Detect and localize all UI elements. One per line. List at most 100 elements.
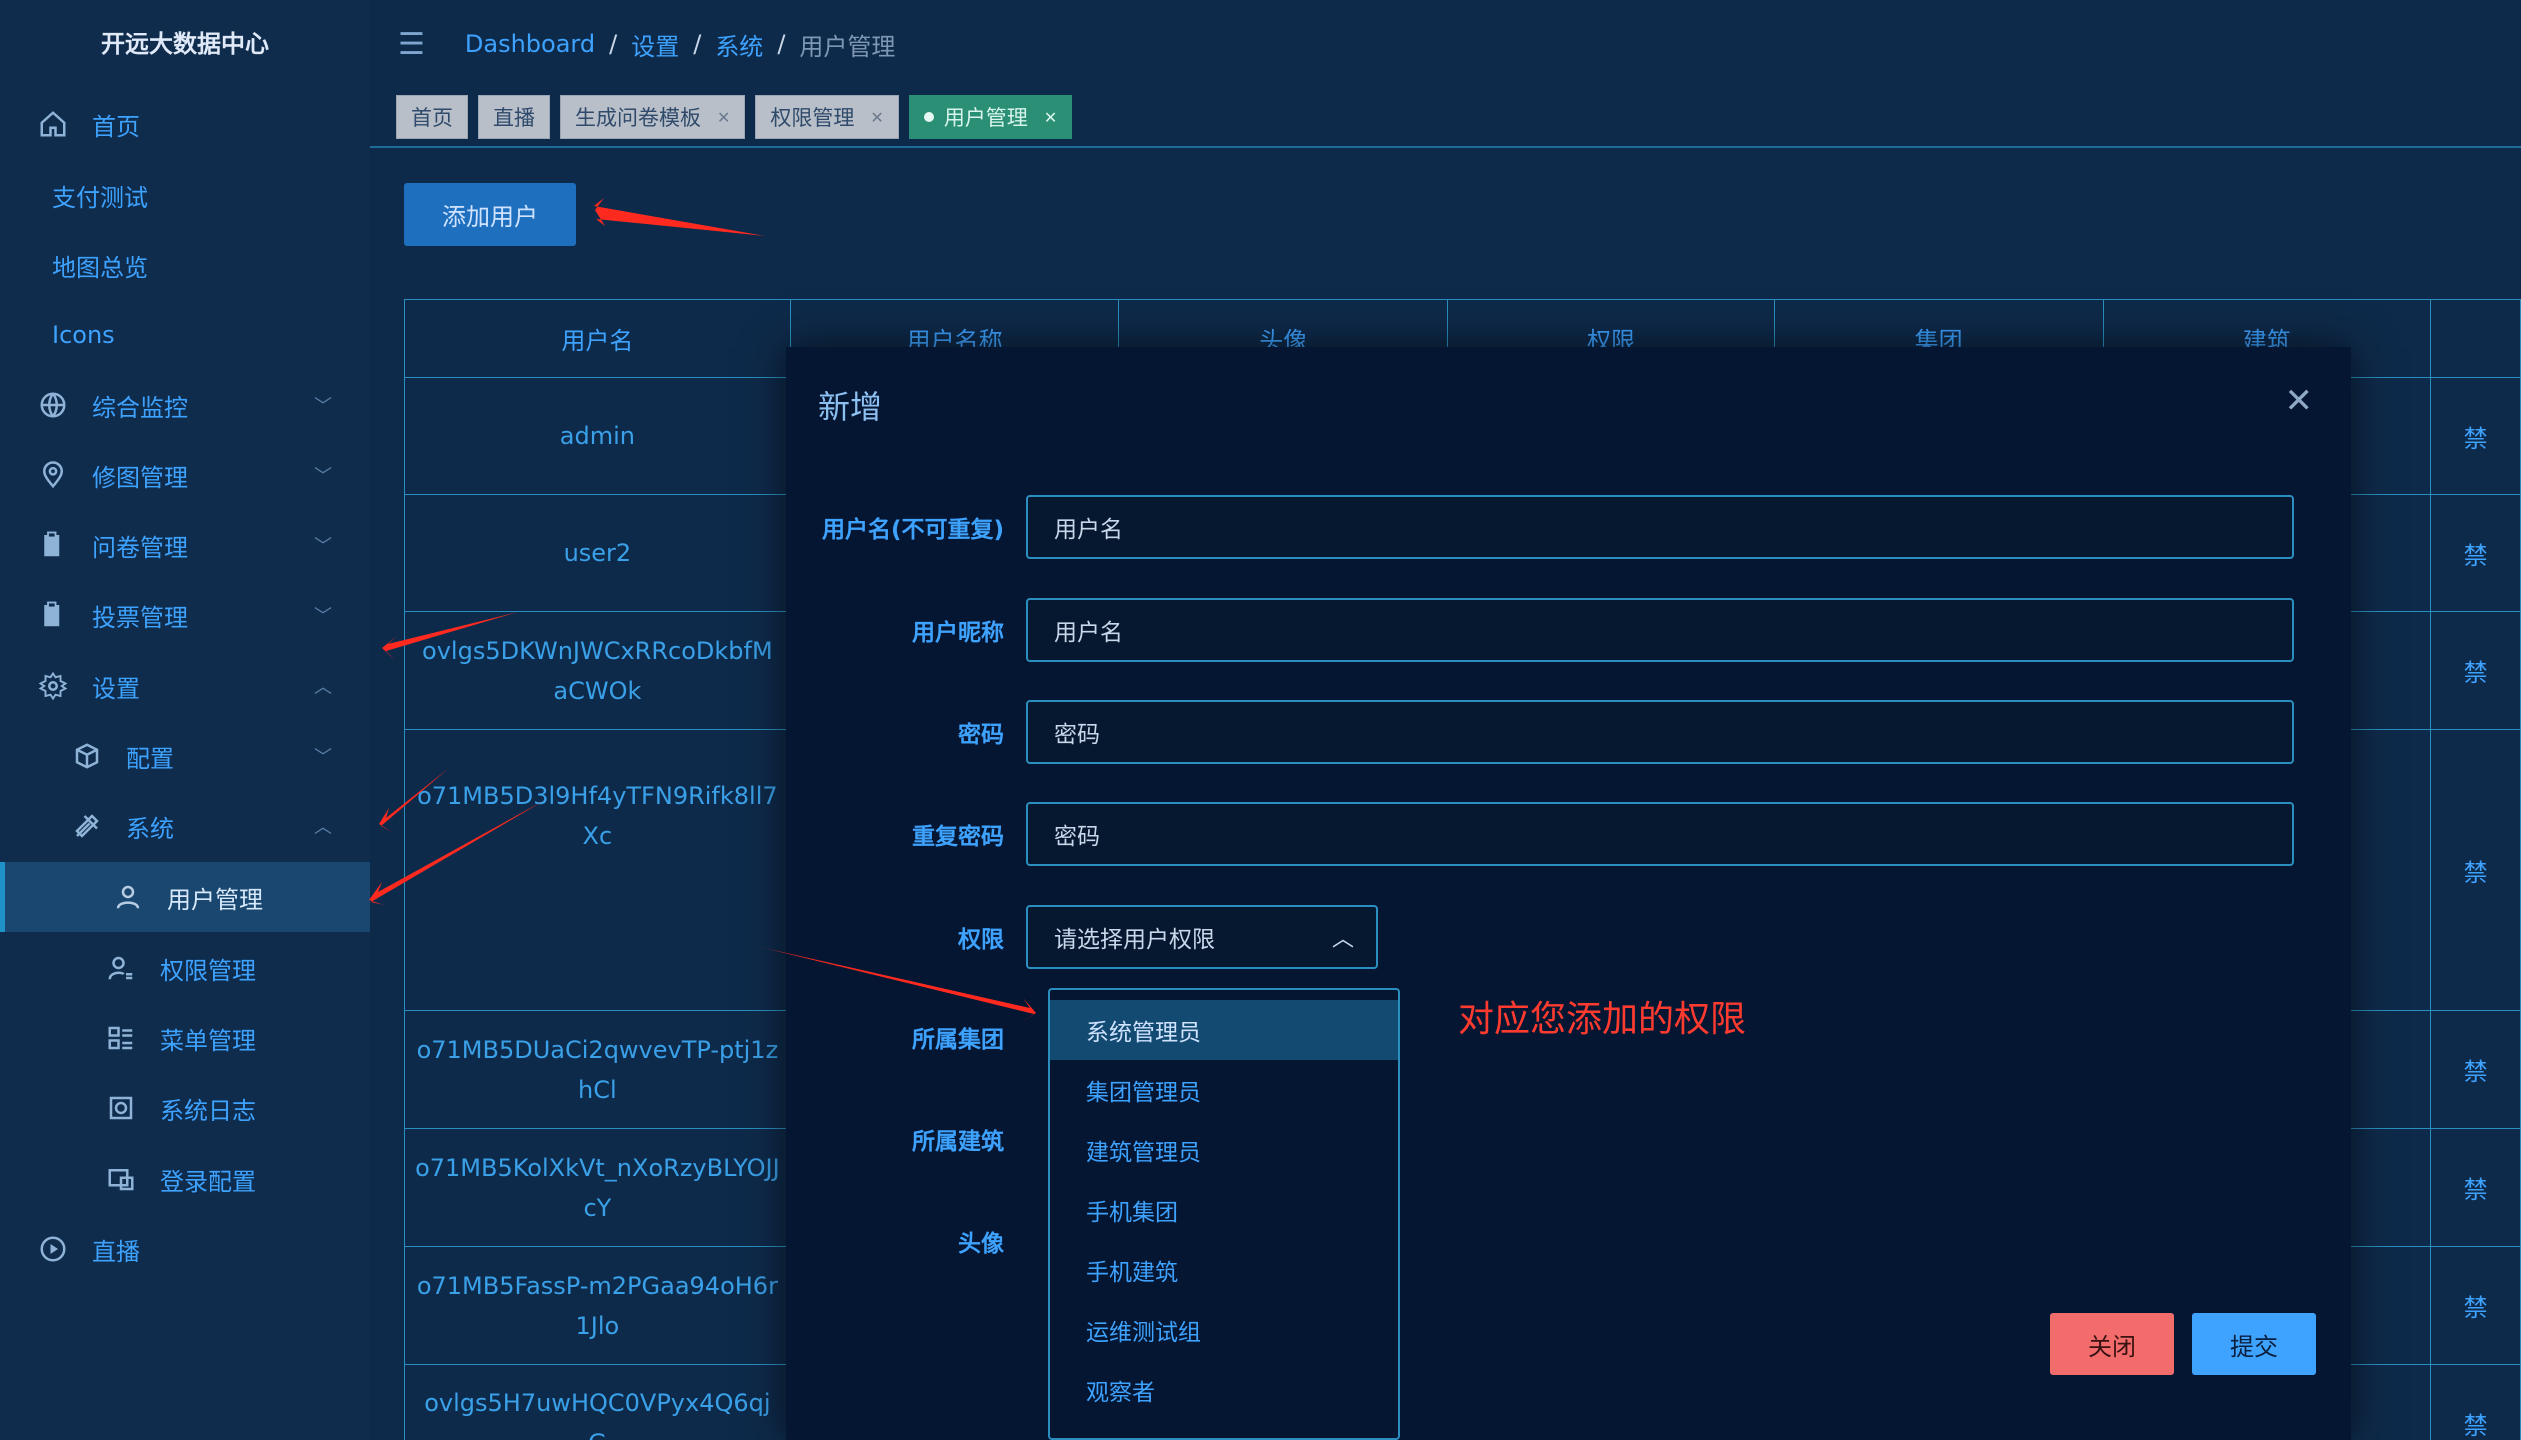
username-cell: o71MB5KolXkVt_nXoRzyBLYOJJcY [404,1128,791,1247]
action-cell[interactable]: 禁 [2430,611,2521,730]
form-row-building: 所属建筑 [786,1106,2351,1172]
sidebar-item-permission-mgmt[interactable]: 权限管理 [0,933,370,1003]
dialog-title: 新增 [818,388,883,426]
tab-survey-template[interactable]: 生成问卷模板 ✕ [560,95,746,139]
user-icon [111,880,145,914]
close-icon[interactable]: ✕ [2285,381,2314,421]
sidebar-item-label: 首页 [92,112,140,141]
dropdown-option[interactable]: 建筑管理员 [1050,1120,1398,1180]
chevron-up-icon: ︿ [1331,927,1354,952]
chevron-up-icon: ︿ [314,817,332,838]
username-cell: ovlgs5DKWnJWCxRRcoDkbfMaCWOk [404,611,791,730]
sidebar-item-monitoring[interactable]: 综合监控 ﹀ [0,370,370,440]
username-input[interactable]: 用户名 [1026,495,2294,559]
dropdown-option[interactable]: 系统管理员 [1050,1000,1398,1060]
field-label: 所属建筑 [912,1129,1004,1155]
tab-live[interactable]: 直播 [478,95,550,139]
close-icon[interactable]: ✕ [870,108,883,127]
sidebar-item-system[interactable]: 系统 ︿ [0,791,370,861]
add-user-dialog: 新增 ✕ 用户名(不可重复) 用户名 用户昵称 用户名 密码 密码 重复密码 密… [786,347,2351,1440]
action-cell[interactable]: 禁 [2430,1128,2521,1247]
breadcrumb-item[interactable]: Dashboard [465,30,595,58]
sidebar-item-label: 问卷管理 [92,533,188,562]
action-cell[interactable]: 禁 [2430,1010,2521,1129]
column-header[interactable]: 用户名 [404,299,791,378]
globe-icon [36,388,70,422]
sidebar-item-config[interactable]: 配置 ﹀ [0,721,370,791]
sidebar-item-label: 综合监控 [92,393,188,422]
field-label: 密码 [958,722,1004,748]
nickname-input[interactable]: 用户名 [1026,598,2294,662]
sidebar-item-home[interactable]: 首页 [0,89,370,159]
sidebar-item-label: 修图管理 [92,463,188,492]
play-icon [36,1232,70,1266]
action-cell[interactable]: 禁 [2430,1246,2521,1365]
form-row-avatar: 头像 [786,1208,2351,1274]
sidebar-item-live[interactable]: 直播 [0,1214,370,1284]
annotation-text: 对应您添加的权限 [1458,999,1747,1040]
tab-label: 权限管理 [770,106,855,130]
menu-toggle-icon[interactable]: ☰ [398,27,425,62]
dropdown-option[interactable]: 运维测试组 [1050,1300,1398,1360]
form-row-confirm-password: 重复密码 密码 [786,801,2351,867]
sidebar-item-label: 投票管理 [92,603,188,632]
sidebar-item-label: 地图总览 [52,253,148,282]
breadcrumb-item[interactable]: 系统 [715,27,763,62]
action-cell[interactable]: 禁 [2430,494,2521,612]
submit-button[interactable]: 提交 [2192,1313,2316,1375]
tab-label: 首页 [411,106,453,130]
username-cell: user2 [404,494,791,612]
field-label: 头像 [958,1231,1004,1257]
field-label: 用户名(不可重复) [821,517,1004,543]
tab-label: 直播 [493,106,535,130]
add-user-button[interactable]: 添加用户 [404,183,576,246]
cube-icon [70,739,104,773]
action-cell[interactable]: 禁 [2430,377,2521,495]
sidebar-item-icons[interactable]: Icons [0,300,370,370]
dropdown-option[interactable]: 手机集团 [1050,1180,1398,1240]
username-cell: admin [404,377,791,495]
sidebar-item-login-config[interactable]: 登录配置 [0,1144,370,1214]
action-cell[interactable]: 禁 [2430,1364,2521,1440]
sidebar-item-map-overview[interactable]: 地图总览 [0,230,370,300]
log-icon [104,1091,138,1125]
clipboard-icon [36,528,70,562]
field-label: 用户昵称 [912,620,1004,646]
chevron-down-icon: ﹀ [314,747,332,768]
sidebar-item-label: 用户管理 [167,885,263,914]
close-icon[interactable]: ✕ [717,108,730,127]
sidebar-item-system-log[interactable]: 系统日志 [0,1073,370,1143]
chevron-down-icon: ﹀ [314,536,332,557]
close-button[interactable]: 关闭 [2050,1313,2174,1375]
close-icon[interactable]: ✕ [1044,108,1057,127]
sidebar: 开远大数据中心 首页 支付测试 地图总览 Icons 综合监控 ﹀ 修图管理 ﹀… [0,0,370,1440]
sidebar-item-label: 直播 [92,1237,140,1266]
username-cell: o71MB5DUaCi2qwvevTP-ptj1zhCl [404,1010,791,1129]
sidebar-item-label: 系统 [126,814,174,843]
sidebar-item-vote-mgmt[interactable]: 投票管理 ﹀ [0,580,370,650]
sidebar-item-survey-mgmt[interactable]: 问卷管理 ﹀ [0,510,370,580]
sidebar-item-menu-mgmt[interactable]: 菜单管理 [0,1003,370,1073]
breadcrumb-item[interactable]: 设置 [631,27,679,62]
sidebar-item-settings[interactable]: 设置 ︿ [0,651,370,721]
sidebar-item-photo-mgmt[interactable]: 修图管理 ﹀ [0,440,370,510]
permission-dropdown: 系统管理员 集团管理员 建筑管理员 手机集团 手机建筑 运维测试组 观察者 [1048,988,1400,1440]
sidebar-item-payment-test[interactable]: 支付测试 [0,160,370,230]
tab-permission[interactable]: 权限管理 ✕ [755,95,899,139]
confirm-password-input[interactable]: 密码 [1026,802,2294,866]
breadcrumb-item: 用户管理 [799,32,896,61]
dropdown-option[interactable]: 集团管理员 [1050,1060,1398,1120]
dropdown-option[interactable]: 手机建筑 [1050,1240,1398,1300]
sidebar-item-label: Icons [52,321,115,349]
sidebar-item-label: 登录配置 [160,1167,256,1196]
dropdown-option[interactable]: 观察者 [1050,1360,1398,1420]
tools-icon [70,809,104,843]
action-cell[interactable]: 禁 [2430,729,2521,1011]
password-input[interactable]: 密码 [1026,700,2294,764]
tab-user-mgmt[interactable]: 用户管理 ✕ [908,95,1073,139]
permission-select[interactable]: 请选择用户权限 ︿ [1026,905,1378,969]
tab-home[interactable]: 首页 [396,95,468,139]
menu-icon [104,1021,138,1055]
tab-label: 用户管理 [943,106,1028,130]
sidebar-item-user-mgmt[interactable]: 用户管理 [0,862,370,932]
